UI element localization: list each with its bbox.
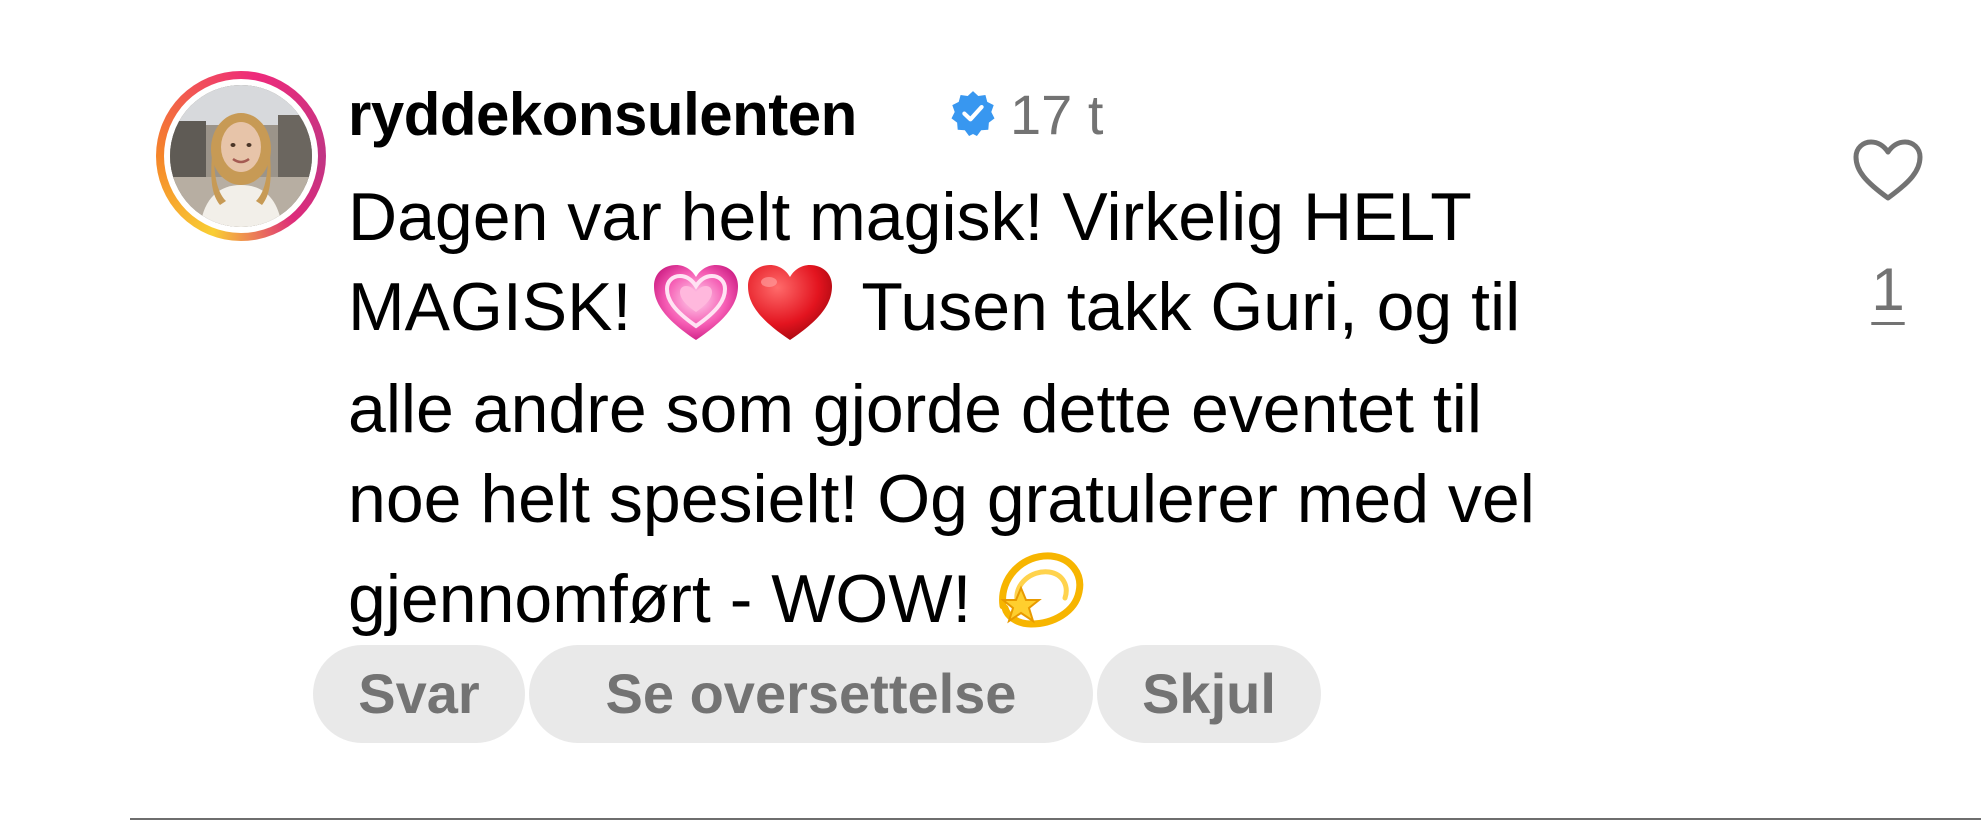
comment-line: gjennomført - WOW!	[348, 544, 1768, 656]
comment-line-segment: MAGISK!	[348, 269, 632, 345]
growing-heart-emoji	[653, 264, 739, 364]
comment-line-segment: gjennomført - WOW!	[348, 561, 972, 637]
reply-button[interactable]: Svar	[313, 645, 525, 743]
hide-button[interactable]: Skjul	[1097, 645, 1321, 743]
story-ring[interactable]	[156, 71, 326, 241]
comment-line: Dagen var helt magisk! Virkelig HELT	[348, 179, 1472, 255]
comment-text: Dagen var helt magisk! Virkelig HELT MAG…	[348, 172, 1768, 656]
like-count[interactable]: 1	[1866, 255, 1910, 325]
username-link[interactable]: ryddekonsulenten	[348, 80, 857, 150]
heart-outline-icon[interactable]	[1852, 138, 1924, 202]
comment-line: noe helt spesielt! Og gratulerer med vel	[348, 461, 1535, 537]
verified-badge-icon	[951, 91, 995, 136]
divider	[130, 818, 1981, 820]
see-translation-button[interactable]: Se oversettelse	[529, 645, 1093, 743]
comment-line-segment: Tusen takk Guri, og til	[861, 269, 1521, 345]
red-heart-emoji	[747, 264, 833, 364]
comment-line: alle andre som gjorde dette eventet til	[348, 371, 1483, 447]
avatar[interactable]	[170, 85, 312, 227]
avatar-photo	[170, 85, 312, 227]
comment-timestamp: 17 t	[1010, 83, 1104, 146]
comment-line: MAGISK! Tusen takk Guri, og til	[348, 262, 1768, 364]
dizzy-star-emoji	[993, 544, 1085, 656]
